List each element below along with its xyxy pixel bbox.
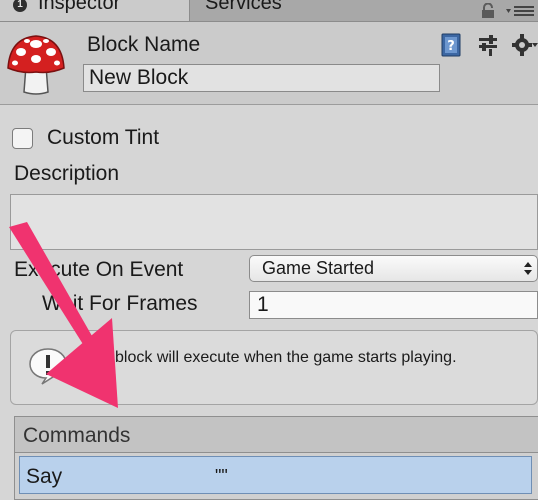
- custom-tint-label: Custom Tint: [47, 126, 160, 149]
- event-help-box: The block will execute when the game sta…: [10, 330, 538, 405]
- tab-bar: 1 Inspector Services: [0, 0, 538, 22]
- description-label: Description: [14, 162, 120, 185]
- commands-panel: Commands Say "": [14, 416, 538, 500]
- tab-services[interactable]: Services: [191, 0, 421, 21]
- presets-icon[interactable]: [477, 34, 499, 56]
- inspector-header: Block Name New Block ?: [0, 22, 538, 105]
- command-name: Say: [26, 465, 63, 488]
- execute-on-event-label: Execute On Event: [14, 258, 184, 281]
- custom-tint-checkbox[interactable]: [12, 128, 33, 149]
- event-help-text: The block will execute when the game sta…: [83, 349, 457, 366]
- commands-title: Commands: [23, 424, 131, 447]
- info-bubble-icon: [29, 348, 67, 385]
- block-name-label: Block Name: [87, 33, 201, 56]
- up-down-arrows-icon: [524, 262, 532, 275]
- svg-text:?: ?: [447, 39, 455, 54]
- block-name-field[interactable]: New Block: [83, 64, 440, 92]
- command-row-say[interactable]: Say "": [19, 456, 532, 494]
- description-field[interactable]: [10, 194, 538, 250]
- lock-icon[interactable]: [480, 3, 496, 19]
- execute-on-event-value: Game Started: [262, 258, 375, 278]
- commands-header: Commands: [15, 417, 538, 453]
- command-summary: "": [215, 466, 228, 486]
- wait-for-frames-field[interactable]: 1: [249, 291, 538, 319]
- tab-menu-icon[interactable]: [505, 5, 535, 17]
- tab-inspector-label: Inspector: [38, 0, 121, 14]
- mushroom-icon: [7, 35, 65, 95]
- wait-for-frames-label: Wait For Frames: [42, 292, 198, 315]
- help-book-icon[interactable]: ?: [440, 33, 462, 57]
- execute-on-event-select[interactable]: Game Started: [249, 255, 538, 282]
- tab-inspector[interactable]: 1 Inspector: [0, 0, 190, 21]
- tab-services-label: Services: [205, 0, 282, 14]
- gear-icon[interactable]: [512, 33, 538, 57]
- inspector-number-icon: 1: [13, 0, 27, 12]
